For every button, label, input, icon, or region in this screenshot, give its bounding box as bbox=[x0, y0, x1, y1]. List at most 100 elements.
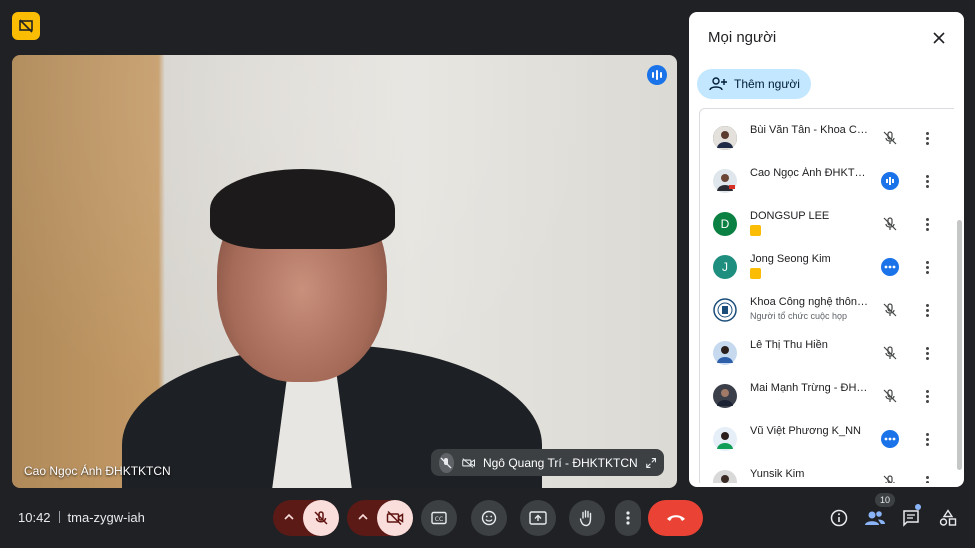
raise-hand-button[interactable] bbox=[569, 500, 605, 536]
camera-control[interactable] bbox=[347, 500, 413, 536]
main-video-tile[interactable]: Cao Ngọc Ánh ĐHKTKTCN bbox=[12, 55, 677, 488]
hang-up-icon bbox=[666, 515, 685, 521]
avatar bbox=[713, 126, 737, 150]
close-icon bbox=[933, 32, 945, 44]
camera-off-icon bbox=[386, 510, 404, 526]
avatar bbox=[713, 341, 737, 365]
screen-off-icon bbox=[19, 19, 33, 33]
more-options-icon[interactable] bbox=[922, 128, 932, 148]
participant-row[interactable]: D DONGSUP LEE bbox=[700, 203, 950, 245]
more-options-icon[interactable] bbox=[922, 472, 932, 483]
participant-list[interactable]: Bùi Văn Tân - Khoa CNTT Cao Ngọc Ánh ĐHK… bbox=[699, 108, 954, 483]
present-screen-button[interactable] bbox=[520, 500, 556, 536]
mic-control[interactable] bbox=[273, 500, 339, 536]
avatar bbox=[713, 169, 737, 193]
mic-off-icon bbox=[881, 473, 899, 483]
chevron-up-icon[interactable] bbox=[357, 511, 369, 523]
more-status-icon bbox=[881, 258, 899, 276]
captions-button[interactable]: CC bbox=[421, 500, 457, 536]
emoji-icon bbox=[481, 510, 497, 526]
participant-video bbox=[122, 169, 542, 488]
mic-off-icon bbox=[881, 387, 899, 405]
participant-row[interactable]: Bùi Văn Tân - Khoa CNTT bbox=[700, 117, 950, 159]
avatar bbox=[713, 384, 737, 408]
chat-notification-dot bbox=[915, 504, 921, 510]
participant-row[interactable]: Mai Mạnh Trừng - ĐHKTKTCN bbox=[700, 375, 950, 417]
end-call-button[interactable] bbox=[648, 500, 703, 536]
captions-icon: CC bbox=[431, 511, 447, 525]
main-participant-name: Cao Ngọc Ánh ĐHKTKTCN bbox=[24, 464, 171, 478]
presentation-badge-icon bbox=[750, 268, 761, 279]
participant-name: Bùi Văn Tân - Khoa CNTT bbox=[750, 124, 872, 136]
meeting-details: 10:42 tma-zygw-iah bbox=[18, 510, 145, 525]
participant-row[interactable]: Lê Thị Thu Hiền bbox=[700, 332, 950, 374]
more-status-icon bbox=[881, 430, 899, 448]
participant-count-badge: 10 bbox=[875, 493, 895, 507]
avatar bbox=[713, 427, 737, 451]
more-options-icon[interactable] bbox=[922, 257, 932, 277]
more-options-icon[interactable] bbox=[922, 343, 932, 363]
avatar bbox=[713, 298, 737, 322]
participant-subtitle: Người tổ chức cuộc họp bbox=[750, 311, 847, 321]
participant-row[interactable]: Vũ Việt Phương K_NN bbox=[700, 418, 950, 460]
mic-off-icon bbox=[881, 344, 899, 362]
participant-name: Yunsik Kim bbox=[750, 468, 805, 480]
more-options-icon[interactable] bbox=[922, 171, 932, 191]
self-view-tile[interactable]: Ngô Quang Trí - ĐHKTKTCN bbox=[431, 449, 664, 476]
clock-time: 10:42 bbox=[18, 510, 51, 525]
presentation-off-badge[interactable] bbox=[12, 12, 40, 40]
close-panel-button[interactable] bbox=[928, 27, 950, 49]
mic-off-icon bbox=[439, 452, 454, 473]
participant-row[interactable]: Cao Ngọc Ánh ĐHKTKTCN bbox=[700, 160, 950, 202]
more-options-icon[interactable] bbox=[922, 429, 932, 449]
participant-name: Vũ Việt Phương K_NN bbox=[750, 425, 861, 437]
activities-icon bbox=[939, 509, 957, 526]
more-options-icon[interactable] bbox=[922, 300, 932, 320]
info-icon bbox=[830, 509, 848, 527]
meeting-info-button[interactable] bbox=[827, 506, 851, 530]
speaking-indicator-icon bbox=[647, 65, 667, 85]
participant-row[interactable]: Yunsik Kim bbox=[700, 461, 950, 483]
participant-row[interactable]: Khoa Công nghệ thông tin Người tổ chức c… bbox=[700, 289, 950, 331]
svg-text:CC: CC bbox=[435, 516, 443, 523]
present-icon bbox=[529, 511, 547, 525]
reactions-button[interactable] bbox=[471, 500, 507, 536]
chevron-up-icon[interactable] bbox=[283, 511, 295, 523]
participant-name: Cao Ngọc Ánh ĐHKTKTCN bbox=[750, 167, 872, 179]
mic-off-icon bbox=[314, 511, 328, 525]
more-vertical-icon bbox=[626, 511, 630, 525]
mic-off-icon bbox=[881, 215, 899, 233]
panel-title: Mọi người bbox=[708, 29, 777, 46]
add-person-icon bbox=[709, 77, 727, 91]
add-people-label: Thêm người bbox=[734, 77, 800, 91]
people-button[interactable] bbox=[863, 506, 887, 530]
more-options-icon[interactable] bbox=[922, 386, 932, 406]
chat-icon bbox=[903, 510, 919, 527]
more-options-button[interactable] bbox=[615, 500, 641, 536]
mic-off-icon bbox=[881, 129, 899, 147]
toggle-mic-button[interactable] bbox=[303, 500, 339, 536]
people-icon bbox=[865, 511, 885, 525]
self-view-name: Ngô Quang Trí - ĐHKTKTCN bbox=[482, 455, 638, 470]
camera-off-icon bbox=[461, 457, 475, 468]
expand-icon[interactable] bbox=[645, 456, 656, 470]
participant-row[interactable]: J Jong Seong Kim bbox=[700, 246, 950, 288]
panel-scrollbar[interactable] bbox=[957, 220, 962, 470]
participant-name: Mai Mạnh Trừng - ĐHKTKTCN bbox=[750, 382, 872, 394]
activities-button[interactable] bbox=[936, 506, 960, 530]
participant-name: Lê Thị Thu Hiền bbox=[750, 339, 828, 351]
avatar bbox=[713, 470, 737, 483]
participant-name: DONGSUP LEE bbox=[750, 210, 830, 222]
avatar: J bbox=[713, 255, 737, 279]
mic-off-icon bbox=[881, 301, 899, 319]
participant-name: Khoa Công nghệ thông tin bbox=[750, 296, 872, 308]
participant-name: Jong Seong Kim bbox=[750, 253, 831, 265]
toggle-camera-button[interactable] bbox=[377, 500, 413, 536]
add-people-button[interactable]: Thêm người bbox=[697, 69, 811, 99]
people-panel: Mọi người Thêm người Bùi Văn Tân - Khoa … bbox=[689, 12, 964, 487]
speaking-indicator-icon bbox=[881, 172, 899, 190]
hand-icon bbox=[579, 510, 592, 527]
avatar: D bbox=[713, 212, 737, 236]
presentation-badge-icon bbox=[750, 225, 761, 236]
more-options-icon[interactable] bbox=[922, 214, 932, 234]
